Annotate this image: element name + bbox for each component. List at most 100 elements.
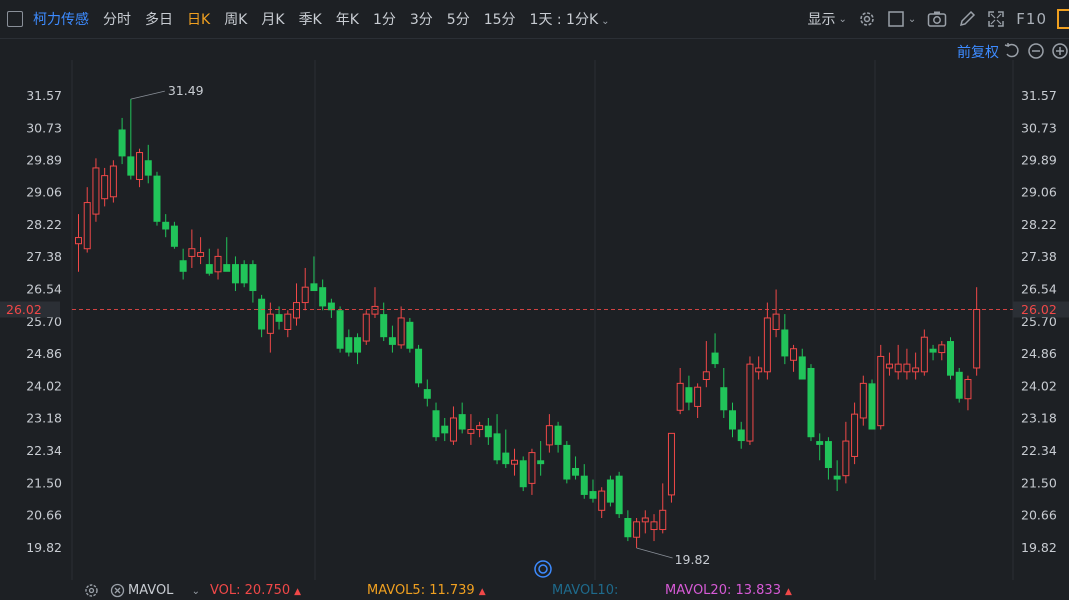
candle-body: [354, 337, 362, 353]
zoom-in-icon[interactable]: [1051, 42, 1069, 60]
custom-period-dropdown[interactable]: 1天 : 1分K ⌄: [530, 9, 610, 29]
candle-body: [345, 337, 353, 353]
gear-icon[interactable]: [858, 10, 876, 28]
settings-icon[interactable]: [84, 583, 99, 598]
candle-body: [711, 352, 719, 365]
candle-body: [170, 225, 178, 247]
candle-body: [537, 460, 545, 465]
candle-body: [266, 313, 274, 334]
candle-body: [720, 387, 728, 411]
adjust-mode-button[interactable]: 前复权: [957, 42, 999, 62]
candle-body: [955, 371, 963, 399]
y-tick-label: 24.86: [1021, 346, 1057, 361]
candle-body: [947, 341, 954, 376]
candle-body: [554, 425, 562, 445]
candle-body: [144, 160, 152, 176]
fullscreen-icon[interactable]: [987, 10, 1005, 28]
candle-body: [205, 264, 213, 274]
layout-dropdown[interactable]: ⌄: [887, 10, 916, 28]
candle-body: [650, 521, 658, 531]
candle-body: [833, 475, 841, 480]
chevron-down-icon: ⌄: [907, 13, 917, 25]
chart-grid: [71, 60, 1014, 580]
mavol20-value: MAVOL20: 13.833 ▲: [665, 583, 792, 598]
candle-body: [894, 363, 902, 373]
candle-body: [807, 367, 815, 438]
close-icon[interactable]: [110, 583, 125, 598]
y-tick-label: 22.34: [1021, 443, 1057, 458]
y-tick-label: 29.89: [1021, 153, 1057, 168]
candle-body: [188, 248, 196, 257]
display-dropdown[interactable]: 显示 ⌄: [808, 9, 847, 29]
y-tick-label: 20.66: [1021, 508, 1057, 523]
candle-body: [441, 425, 449, 434]
candle-body: [511, 459, 518, 465]
y-tick-label: 31.57: [26, 88, 62, 103]
candle-body: [973, 308, 981, 369]
zoom-out-icon[interactable]: [1027, 42, 1045, 60]
candle: [947, 337, 954, 380]
candle-body: [528, 452, 536, 484]
sidebar-toggle-icon[interactable]: [7, 11, 23, 27]
candle-body: [275, 314, 283, 322]
tab-quarterly-k[interactable]: 季K: [299, 9, 322, 29]
custom-period-label: 1天 : 1分K: [529, 12, 599, 28]
candle-body: [781, 329, 789, 357]
candle: [615, 471, 623, 518]
undo-icon[interactable]: [1003, 42, 1021, 60]
candle-body: [685, 387, 693, 403]
candle-body: [127, 156, 135, 176]
candle: [955, 367, 963, 403]
candle: [868, 379, 876, 430]
candle-body: [380, 314, 388, 338]
candle: [877, 344, 885, 430]
camera-icon[interactable]: [927, 10, 947, 28]
candle-body: [310, 283, 318, 292]
candle-body: [240, 264, 248, 284]
panel-toggle-icon[interactable]: [1057, 9, 1069, 29]
candle: [519, 456, 527, 492]
y-tick-label: 28.22: [1021, 217, 1057, 232]
up-arrow-icon: ▲: [784, 587, 792, 597]
candle: [746, 356, 754, 445]
candle-body: [293, 302, 300, 319]
y-tick-label: 29.06: [1021, 185, 1057, 200]
vol-value: VOL: 20.750 ▲: [210, 583, 301, 598]
candle-body: [772, 313, 780, 331]
y-tick-label: 31.57: [1021, 88, 1057, 103]
tab-yearly-k[interactable]: 年K: [336, 9, 359, 29]
f10-button[interactable]: F10: [1016, 10, 1047, 28]
candle-body: [458, 414, 466, 430]
y-tick-label: 19.82: [26, 540, 62, 555]
y-tick-label: 23.18: [26, 411, 62, 426]
candle-body: [659, 509, 667, 531]
volume-indicator-bar: MAVOL ⌄ VOL: 20.750 ▲ MAVOL5: 11.739 ▲ MAV…: [0, 582, 1069, 600]
candle-body: [912, 367, 920, 373]
tab-multi-day[interactable]: 多日: [145, 9, 173, 29]
candle-body: [415, 348, 423, 384]
candle-body: [598, 490, 606, 511]
candle: [859, 375, 867, 426]
tab-weekly-k[interactable]: 周K: [224, 9, 247, 29]
y-tick-label: 29.89: [26, 153, 62, 168]
tab-daily-k[interactable]: 日K: [187, 9, 210, 29]
candle: [362, 310, 370, 345]
y-tick-label: 30.73: [1021, 120, 1057, 135]
y-tick-label: 29.06: [26, 185, 62, 200]
candle-body: [423, 389, 431, 399]
candle-body: [580, 475, 588, 495]
tab-1min[interactable]: 1分: [373, 9, 396, 29]
candlestick-chart[interactable]: 31.5730.7329.8929.0628.2227.3826.5425.70…: [0, 60, 1069, 580]
candle-body: [816, 441, 824, 445]
candle-body: [397, 317, 405, 346]
indicator-select[interactable]: MAVOL ⌄: [128, 583, 200, 598]
candle-body: [729, 410, 736, 430]
tab-15min[interactable]: 15分: [484, 9, 516, 29]
pencil-icon[interactable]: [958, 10, 976, 28]
tab-3min[interactable]: 3分: [410, 9, 433, 29]
tab-fenshi[interactable]: 分时: [103, 9, 131, 29]
tab-5min[interactable]: 5分: [447, 9, 470, 29]
tab-monthly-k[interactable]: 月K: [261, 9, 284, 29]
stock-name[interactable]: 柯力传感: [33, 9, 89, 29]
candle-body: [589, 491, 597, 499]
